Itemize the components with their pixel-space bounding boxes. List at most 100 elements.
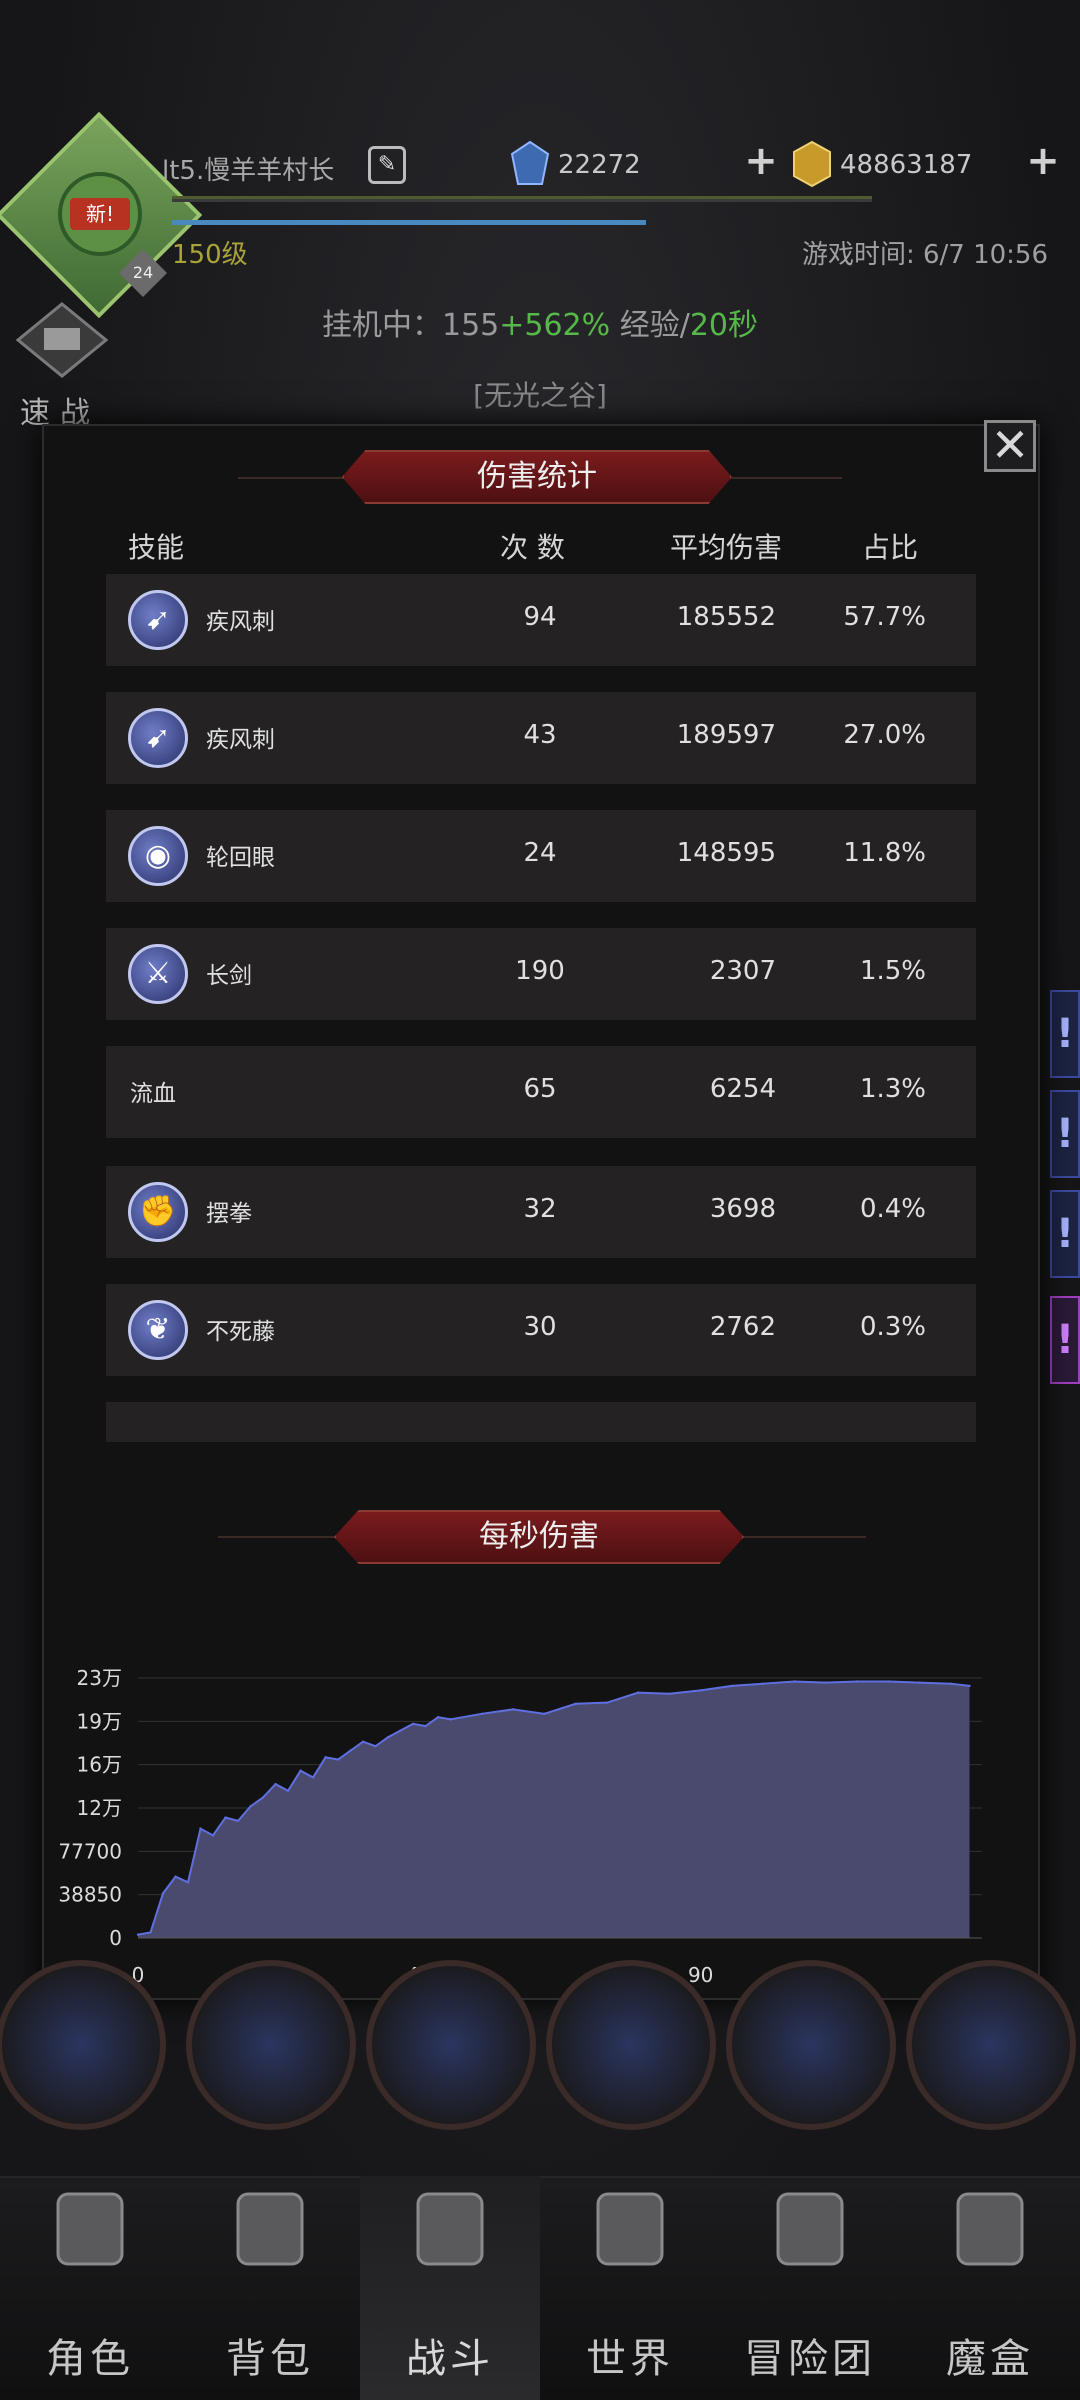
table-row: ➹ 疾风刺 43 189597 27.0% — [106, 692, 976, 784]
dps-point — [374, 1744, 377, 1748]
dps-point — [761, 1682, 765, 1685]
side-quest-tab[interactable]: ! — [1050, 1190, 1080, 1278]
skill-orb — [906, 1960, 1076, 2130]
table-row: ✊ 摆拳 32 3698 0.4% — [106, 1166, 976, 1258]
idle-status: 挂机中：155+562% 经验/20秒 — [321, 308, 758, 343]
nav-label[interactable]: 世界 — [540, 2326, 720, 2384]
backpack-icon[interactable] — [224, 2170, 316, 2280]
column-header-skill: 技能 — [128, 531, 185, 564]
skill-name: 流血 — [130, 1081, 176, 1107]
dps-point — [211, 1834, 215, 1837]
y-tick-label: 16万 — [77, 1753, 122, 1777]
helmet-icon[interactable] — [44, 2170, 136, 2280]
dps-point — [436, 1715, 440, 1719]
y-tick-label: 23万 — [77, 1666, 122, 1690]
add-gold-button[interactable]: + — [1026, 141, 1060, 181]
table-row — [106, 1402, 976, 1442]
dps-point — [186, 1881, 190, 1884]
dash-stab-icon: ➹ — [128, 590, 188, 650]
table-row: 流血 65 6254 1.3% — [106, 1046, 976, 1138]
edit-name-icon[interactable]: ✎ — [368, 146, 406, 184]
nav-label[interactable]: 战斗 — [360, 2326, 540, 2384]
long-sword-icon: ⚔ — [128, 944, 188, 1004]
side-quest-tab[interactable]: ! — [1050, 1296, 1080, 1384]
map-scroll-icon[interactable] — [584, 2170, 676, 2280]
dps-point — [286, 1789, 290, 1792]
dps-point — [361, 1740, 365, 1743]
dps-point — [449, 1718, 452, 1721]
dps-point — [824, 1681, 827, 1684]
dps-point — [249, 1805, 252, 1808]
quick-battle-icon[interactable] — [14, 300, 110, 380]
side-quest-tab[interactable]: ! — [1050, 1090, 1080, 1178]
skill-name: 长剑 — [206, 963, 252, 989]
damage-share: 1.3% — [859, 1074, 926, 1104]
banner-divider — [732, 477, 842, 479]
hit-count: 65 — [523, 1074, 557, 1104]
dps-point — [636, 1691, 640, 1694]
skill-name: 摆拳 — [206, 1201, 252, 1227]
dps-point — [386, 1736, 390, 1739]
damage-share: 0.3% — [859, 1312, 926, 1342]
column-header-count: 次 数 — [500, 531, 565, 564]
diamond-icon — [510, 140, 550, 185]
undying-vine-icon: ❦ — [128, 1300, 188, 1360]
dps-point — [199, 1827, 202, 1830]
magic-box-icon[interactable] — [944, 2170, 1036, 2280]
side-quest-tab[interactable]: ! — [1050, 990, 1080, 1078]
avatar-level-tag: 24 — [118, 248, 168, 298]
nav-label[interactable]: 角色 — [0, 2326, 180, 2384]
dps-point — [336, 1758, 340, 1761]
avg-damage: 189597 — [676, 720, 776, 750]
dps-point — [349, 1749, 352, 1752]
dps-area — [138, 1681, 970, 1938]
nav-label[interactable]: 冒险团 — [720, 2326, 900, 2384]
dps-point — [918, 1681, 921, 1684]
dps-point — [511, 1708, 515, 1711]
dps-point — [311, 1776, 315, 1779]
skill-name: 疾风刺 — [206, 727, 275, 753]
dps-point — [668, 1692, 671, 1695]
close-button[interactable]: ✕ — [984, 420, 1036, 472]
nav-label[interactable]: 魔盒 — [900, 2326, 1080, 2384]
player-name: lt5.慢羊羊村长 — [162, 156, 335, 186]
table-row: ❦ 不死藤 30 2762 0.3% — [106, 1284, 976, 1376]
dps-point — [968, 1684, 971, 1688]
damage-share: 1.5% — [859, 956, 926, 986]
add-diamond-button[interactable]: + — [744, 141, 778, 181]
skill-orb — [186, 1960, 356, 2130]
gold-icon — [793, 140, 831, 188]
dash-stab-icon: ➹ — [128, 708, 188, 768]
screen: { "header": { "player_name": "lt5.慢羊羊村长"… — [0, 0, 1080, 2400]
dps-point — [261, 1796, 265, 1799]
dps-point — [605, 1701, 609, 1704]
shield-sword-icon[interactable] — [404, 2170, 496, 2280]
dps-chart: 0388507770012万16万19万23万04590135 — [58, 1666, 1001, 1987]
nav-label[interactable]: 背包 — [180, 2326, 360, 2384]
dps-point — [274, 1782, 277, 1786]
y-tick-label: 0 — [109, 1926, 122, 1950]
banner-divider — [218, 1536, 342, 1538]
dps-point — [174, 1875, 177, 1878]
dps-point — [574, 1702, 577, 1705]
xp-bar-secondary — [172, 196, 872, 199]
banner-divider — [238, 477, 348, 479]
dps-point — [324, 1756, 327, 1759]
dps-point — [699, 1689, 702, 1692]
castle-icon[interactable] — [764, 2170, 856, 2280]
dps-point — [224, 1816, 227, 1819]
dps-point — [411, 1722, 415, 1726]
dps-point — [793, 1680, 796, 1683]
dps-point — [299, 1769, 302, 1772]
samsara-eye-icon: ◉ — [128, 826, 188, 886]
hit-count: 24 — [523, 838, 557, 868]
skill-name: 轮回眼 — [206, 845, 275, 871]
dps-point — [480, 1712, 484, 1716]
xp-bar-fill — [172, 220, 646, 225]
dps-point — [161, 1892, 165, 1895]
skill-orb — [546, 1960, 716, 2130]
dps-point — [949, 1682, 952, 1685]
hit-count: 43 — [523, 720, 557, 750]
modal-title: 伤害统计 — [342, 450, 732, 504]
skill-orb — [726, 1960, 896, 2130]
